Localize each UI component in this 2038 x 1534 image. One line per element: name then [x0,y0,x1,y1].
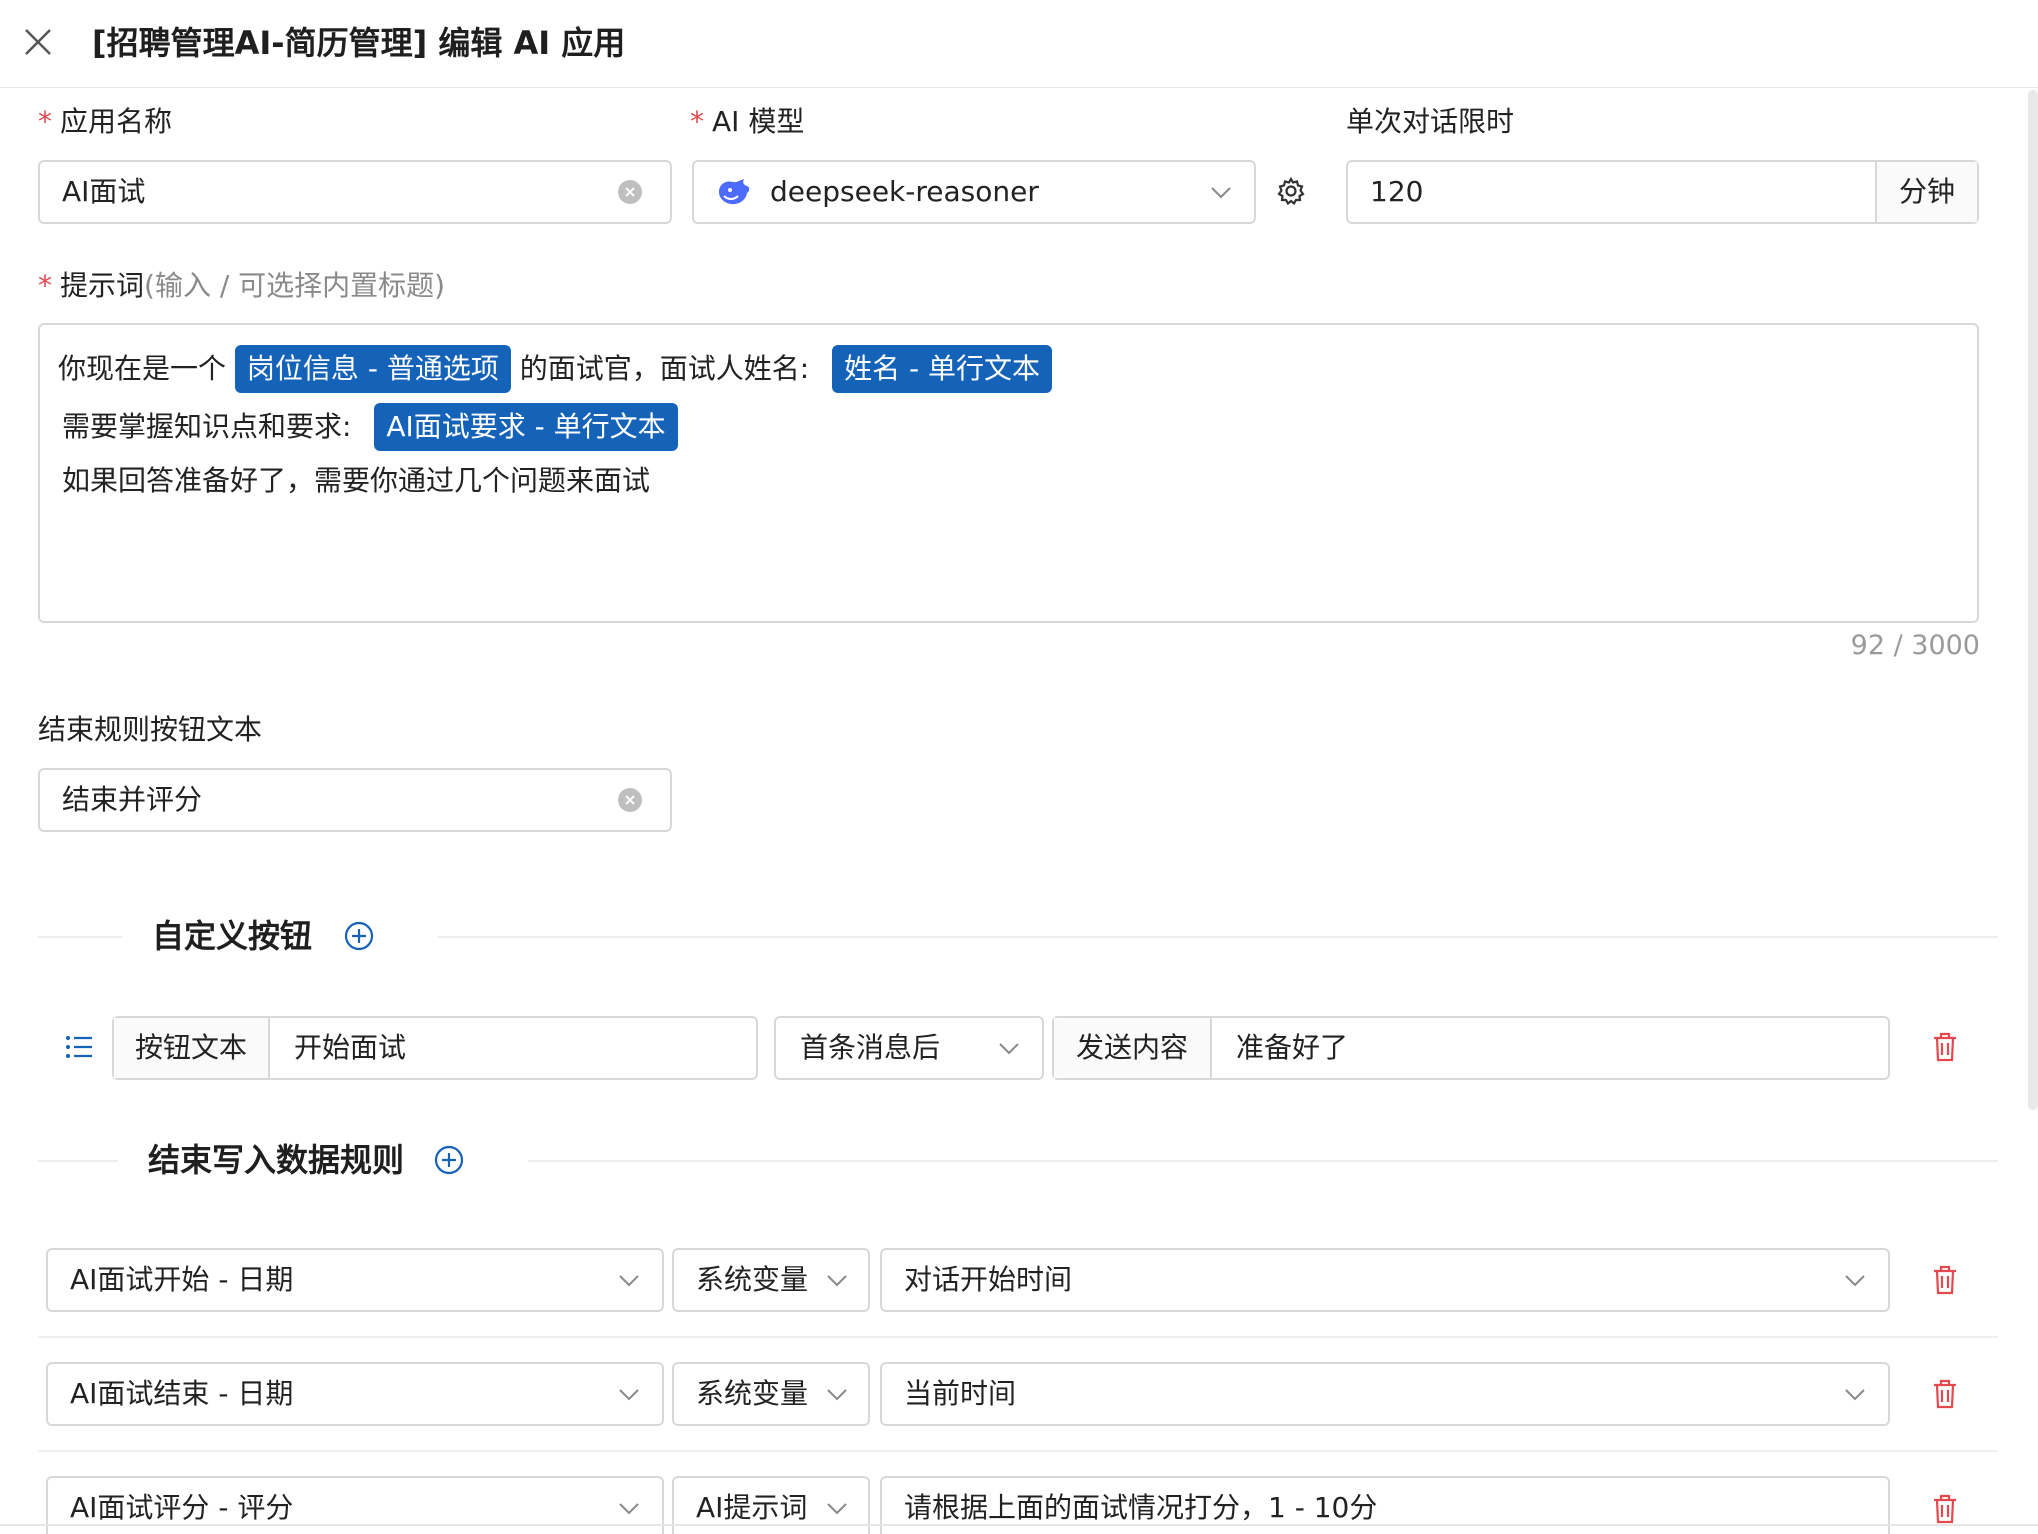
delete-icon[interactable] [1932,1265,1958,1295]
end-button-input[interactable]: 结束并评分 [38,768,672,832]
send-content-addon: 发送内容 [1054,1018,1212,1078]
app-name-label-text: 应用名称 [60,105,173,138]
button-text-addon: 按钮文本 [114,1018,270,1078]
delete-icon[interactable] [1932,1494,1958,1524]
source-value: 系统变量 [696,1377,809,1410]
prompt-line-3: 如果回答准备好了，需要你通过几个问题来面试 [62,464,651,497]
chevron-down-icon [827,1275,847,1287]
required-mark: * [690,105,704,138]
add-end-rule-icon[interactable] [434,1145,464,1175]
delete-icon[interactable] [1932,1032,1958,1062]
gear-icon[interactable] [1276,176,1306,206]
send-content-input[interactable]: 发送内容 准备好了 [1052,1016,1890,1080]
field-value: AI面试开始 - 日期 [70,1263,294,1296]
divider [438,936,1998,938]
chevron-down-icon [1845,1275,1865,1287]
value-select[interactable]: 当前时间 [880,1362,1890,1426]
model-select[interactable]: deepseek-reasoner [692,160,1256,224]
clear-icon[interactable] [618,788,642,812]
button-text-value: 开始面试 [294,1031,407,1064]
dialog-header: [招聘管理AI-简历管理] 编辑 AI 应用 [0,0,2038,88]
prompt-tag[interactable]: AI面试要求 - 单行文本 [374,403,678,451]
value-select[interactable]: 对话开始时间 [880,1248,1890,1312]
chevron-down-icon [619,1389,639,1401]
chevron-down-icon [999,1043,1019,1055]
time-limit-label: 单次对话限时 [1346,105,1515,138]
prompt-label-text: 提示词 [60,269,145,302]
divider [528,1160,1998,1162]
time-limit-value: 120 [1370,175,1424,208]
prompt-line-1: 你现在是一个 岗位信息 - 普通选项 的面试官，面试人姓名: 姓名 - 单行文本 [58,345,1052,393]
divider [38,1336,1998,1338]
send-content-value: 准备好了 [1236,1031,1349,1064]
clear-icon[interactable] [618,180,642,204]
model-label: * AI 模型 [690,102,804,142]
divider [38,1450,1998,1452]
source-select[interactable]: 系统变量 [672,1362,870,1426]
chevron-down-icon [1845,1389,1865,1401]
chevron-down-icon [619,1503,639,1515]
timing-value: 首条消息后 [800,1031,941,1064]
prompt-tag[interactable]: 姓名 - 单行文本 [832,345,1052,393]
chevron-down-icon [1211,187,1231,199]
drag-handle-icon[interactable] [64,1032,94,1062]
delete-icon[interactable] [1932,1379,1958,1409]
prompt-label: * 提示词(输入 / 可选择内置标题) [38,266,445,306]
field-select[interactable]: AI面试结束 - 日期 [46,1362,664,1426]
end-button-value: 结束并评分 [62,783,203,816]
custom-buttons-title: 自定义按钮 [152,917,313,955]
close-icon[interactable] [22,26,54,58]
prompt-text: 需要掌握知识点和要求: [62,410,352,443]
required-mark: * [38,105,52,138]
scrollbar[interactable] [2028,90,2038,1110]
app-name-value: AI面试 [62,175,146,208]
required-mark: * [38,269,52,302]
model-label-text: AI 模型 [712,105,805,138]
prompt-text: 的面试官，面试人姓名: [519,352,810,385]
chevron-down-icon [827,1389,847,1401]
prompt-text: 你现在是一个 [58,352,227,385]
add-custom-button-icon[interactable] [344,921,374,951]
button-text-input[interactable]: 按钮文本 开始面试 [112,1016,758,1080]
app-name-label: * 应用名称 [38,102,172,142]
app-name-input[interactable]: AI面试 [38,160,672,224]
prompt-hint: (输入 / 可选择内置标题) [144,269,446,302]
source-select[interactable]: 系统变量 [672,1248,870,1312]
divider [38,936,122,938]
bottom-border [0,1524,2038,1526]
source-value: 系统变量 [696,1263,809,1296]
prompt-line-2: 需要掌握知识点和要求: AI面试要求 - 单行文本 [62,403,678,451]
divider [38,1160,118,1162]
end-rules-title: 结束写入数据规则 [148,1141,405,1179]
time-unit-addon: 分钟 [1875,162,1977,222]
rule-value: 对话开始时间 [904,1263,1073,1296]
char-counter: 92 / 3000 [1850,630,1980,661]
end-button-label: 结束规则按钮文本 [38,713,263,746]
rule-value: 当前时间 [904,1377,1017,1410]
field-value: AI面试结束 - 日期 [70,1377,294,1410]
timing-select[interactable]: 首条消息后 [774,1016,1044,1080]
model-value: deepseek-reasoner [770,175,1039,208]
field-select[interactable]: AI面试开始 - 日期 [46,1248,664,1312]
prompt-tag[interactable]: 岗位信息 - 普通选项 [234,345,511,393]
chevron-down-icon [827,1503,847,1515]
dialog-title: [招聘管理AI-简历管理] 编辑 AI 应用 [92,24,626,62]
chevron-down-icon [619,1275,639,1287]
prompt-editor[interactable]: 你现在是一个 岗位信息 - 普通选项 的面试官，面试人姓名: 姓名 - 单行文本… [38,323,1979,623]
time-limit-input[interactable]: 120 分钟 [1346,160,1979,224]
whale-logo-icon [716,176,752,212]
